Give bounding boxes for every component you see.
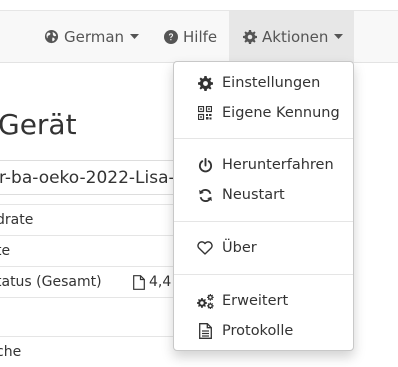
gears-icon (196, 292, 214, 310)
table-row: drate (0, 204, 200, 235)
table-row: tatus (Gesamt) 4,4 (0, 266, 200, 297)
help-label: Hilfe (183, 27, 218, 46)
top-strip (0, 0, 398, 11)
page-title: Gerät (0, 108, 77, 141)
row-label: tatus (Gesamt) (0, 274, 102, 290)
menu-item-ueber[interactable]: Über (174, 233, 353, 263)
menu-item-erweitert[interactable]: Erweitert (174, 286, 353, 316)
status-file-value: 4,4 (149, 274, 172, 290)
menu-item-label: Herunterfahren (222, 157, 334, 173)
actions-label: Aktionen (262, 27, 329, 46)
row-label: te (0, 243, 11, 259)
language-label: German (64, 27, 125, 46)
menu-item-label: Erweitert (222, 293, 289, 309)
device-name-field: r-ba-oeko-2022-Lisa- (0, 160, 200, 195)
menu-item-herunterfahren[interactable]: Herunterfahren (174, 150, 353, 180)
gear-icon (196, 74, 214, 92)
menu-item-label: Protokolle (222, 323, 294, 339)
file-text-icon (196, 322, 214, 340)
status-file-link[interactable]: 4,4 (133, 274, 171, 290)
actions-dropdown-menu: Einstellungen Eigene Kennung Herunterfah… (173, 61, 354, 351)
device-info-table: drate te tatus (Gesamt) 4,4 che (0, 204, 200, 367)
table-row: te (0, 235, 200, 266)
power-icon (196, 156, 214, 174)
row-label: drate (0, 212, 34, 228)
menu-item-label: Über (222, 240, 257, 256)
menu-divider (174, 221, 353, 222)
language-dropdown-toggle[interactable]: German (44, 11, 140, 62)
navbar: German Hilfe Aktionen (0, 11, 398, 63)
question-circle-icon (164, 29, 178, 44)
menu-divider (174, 274, 353, 275)
row-label: che (0, 344, 22, 360)
caret-down-icon (334, 34, 344, 39)
qrcode-icon (196, 104, 214, 122)
menu-item-protokolle[interactable]: Protokolle (174, 316, 353, 346)
caret-down-icon (130, 34, 140, 39)
help-link[interactable]: Hilfe (164, 11, 217, 62)
menu-divider (174, 138, 353, 139)
file-icon (133, 274, 145, 290)
table-row: che (0, 336, 200, 367)
menu-item-label: Eigene Kennung (222, 105, 340, 121)
menu-item-neustart[interactable]: Neustart (174, 180, 353, 210)
table-row-spacer (0, 297, 200, 336)
menu-item-einstellungen[interactable]: Einstellungen (174, 68, 353, 98)
heart-icon (196, 239, 214, 257)
menu-item-eigene-kennung[interactable]: Eigene Kennung (174, 98, 353, 128)
refresh-icon (196, 186, 214, 204)
actions-dropdown-toggle[interactable]: Aktionen (229, 11, 354, 62)
gear-icon (243, 29, 257, 44)
menu-item-label: Neustart (222, 187, 285, 203)
globe-icon (44, 29, 59, 44)
menu-item-label: Einstellungen (222, 75, 321, 91)
